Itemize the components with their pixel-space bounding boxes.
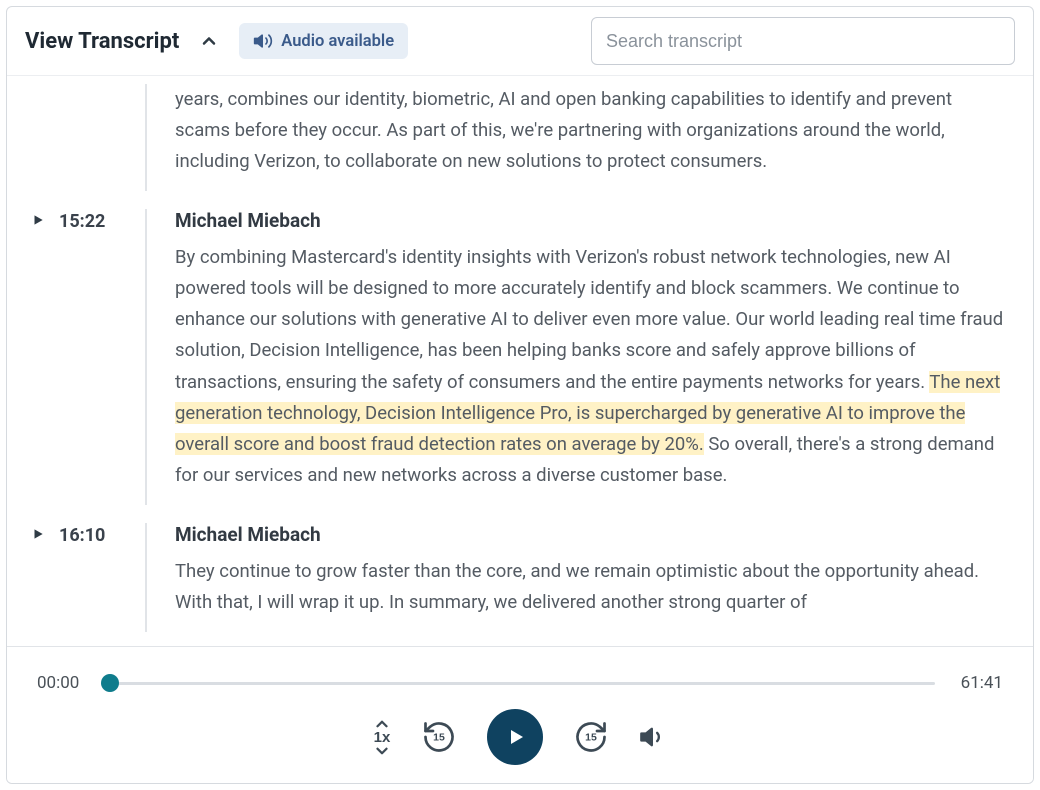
play-segment-button[interactable]	[29, 211, 47, 229]
skip-back-button[interactable]: 15	[421, 719, 457, 755]
search-wrap	[591, 17, 1015, 65]
current-time: 00:00	[37, 673, 91, 693]
header: View Transcript Audio available	[7, 7, 1033, 75]
segment-text: years, combines our identity, biometric,…	[175, 84, 1011, 177]
audio-player: 00:00 61:41 1x 15 15	[7, 646, 1033, 783]
play-icon	[503, 725, 527, 749]
segment: 15:22 Michael Miebach By combining Maste…	[29, 191, 1011, 505]
timestamp: 16:10	[59, 525, 105, 546]
segment-text: They continue to grow faster than the co…	[175, 556, 1011, 618]
progress-row: 00:00 61:41	[37, 657, 1003, 703]
play-segment-button[interactable]	[29, 525, 47, 543]
timestamp: 15:22	[59, 211, 105, 232]
collapse-button[interactable]	[195, 27, 223, 55]
chevron-up-icon	[373, 718, 391, 730]
skip-back-label: 15	[433, 731, 445, 743]
volume-button[interactable]	[639, 723, 667, 751]
total-time: 61:41	[949, 673, 1003, 693]
skip-forward-label: 15	[585, 731, 597, 743]
segment-continuation: years, combines our identity, biometric,…	[29, 76, 1011, 191]
segment-text: By combining Mastercard's identity insig…	[175, 242, 1011, 491]
player-controls: 1x 15 15	[37, 709, 1003, 765]
segment: 16:10 Michael Miebach They continue to g…	[29, 505, 1011, 632]
speed-value: 1x	[374, 730, 391, 745]
volume-icon	[639, 723, 667, 751]
transcript-body[interactable]: years, combines our identity, biometric,…	[7, 75, 1033, 646]
play-icon	[31, 213, 45, 227]
progress-track[interactable]	[105, 680, 935, 686]
play-button[interactable]	[487, 709, 543, 765]
speaker-name: Michael Miebach	[175, 209, 1011, 232]
progress-thumb[interactable]	[101, 674, 119, 692]
speaker-icon	[253, 31, 273, 51]
audio-available-badge: Audio available	[239, 23, 408, 59]
transcript-panel: View Transcript Audio available years, c…	[6, 6, 1034, 784]
speaker-name: Michael Miebach	[175, 523, 1011, 546]
chevron-up-icon	[199, 31, 219, 51]
audio-badge-label: Audio available	[281, 32, 394, 51]
skip-forward-button[interactable]: 15	[573, 719, 609, 755]
search-input[interactable]	[591, 17, 1015, 65]
playback-speed-button[interactable]: 1x	[373, 718, 391, 757]
page-title: View Transcript	[25, 29, 179, 54]
chevron-down-icon	[373, 745, 391, 757]
play-icon	[31, 527, 45, 541]
